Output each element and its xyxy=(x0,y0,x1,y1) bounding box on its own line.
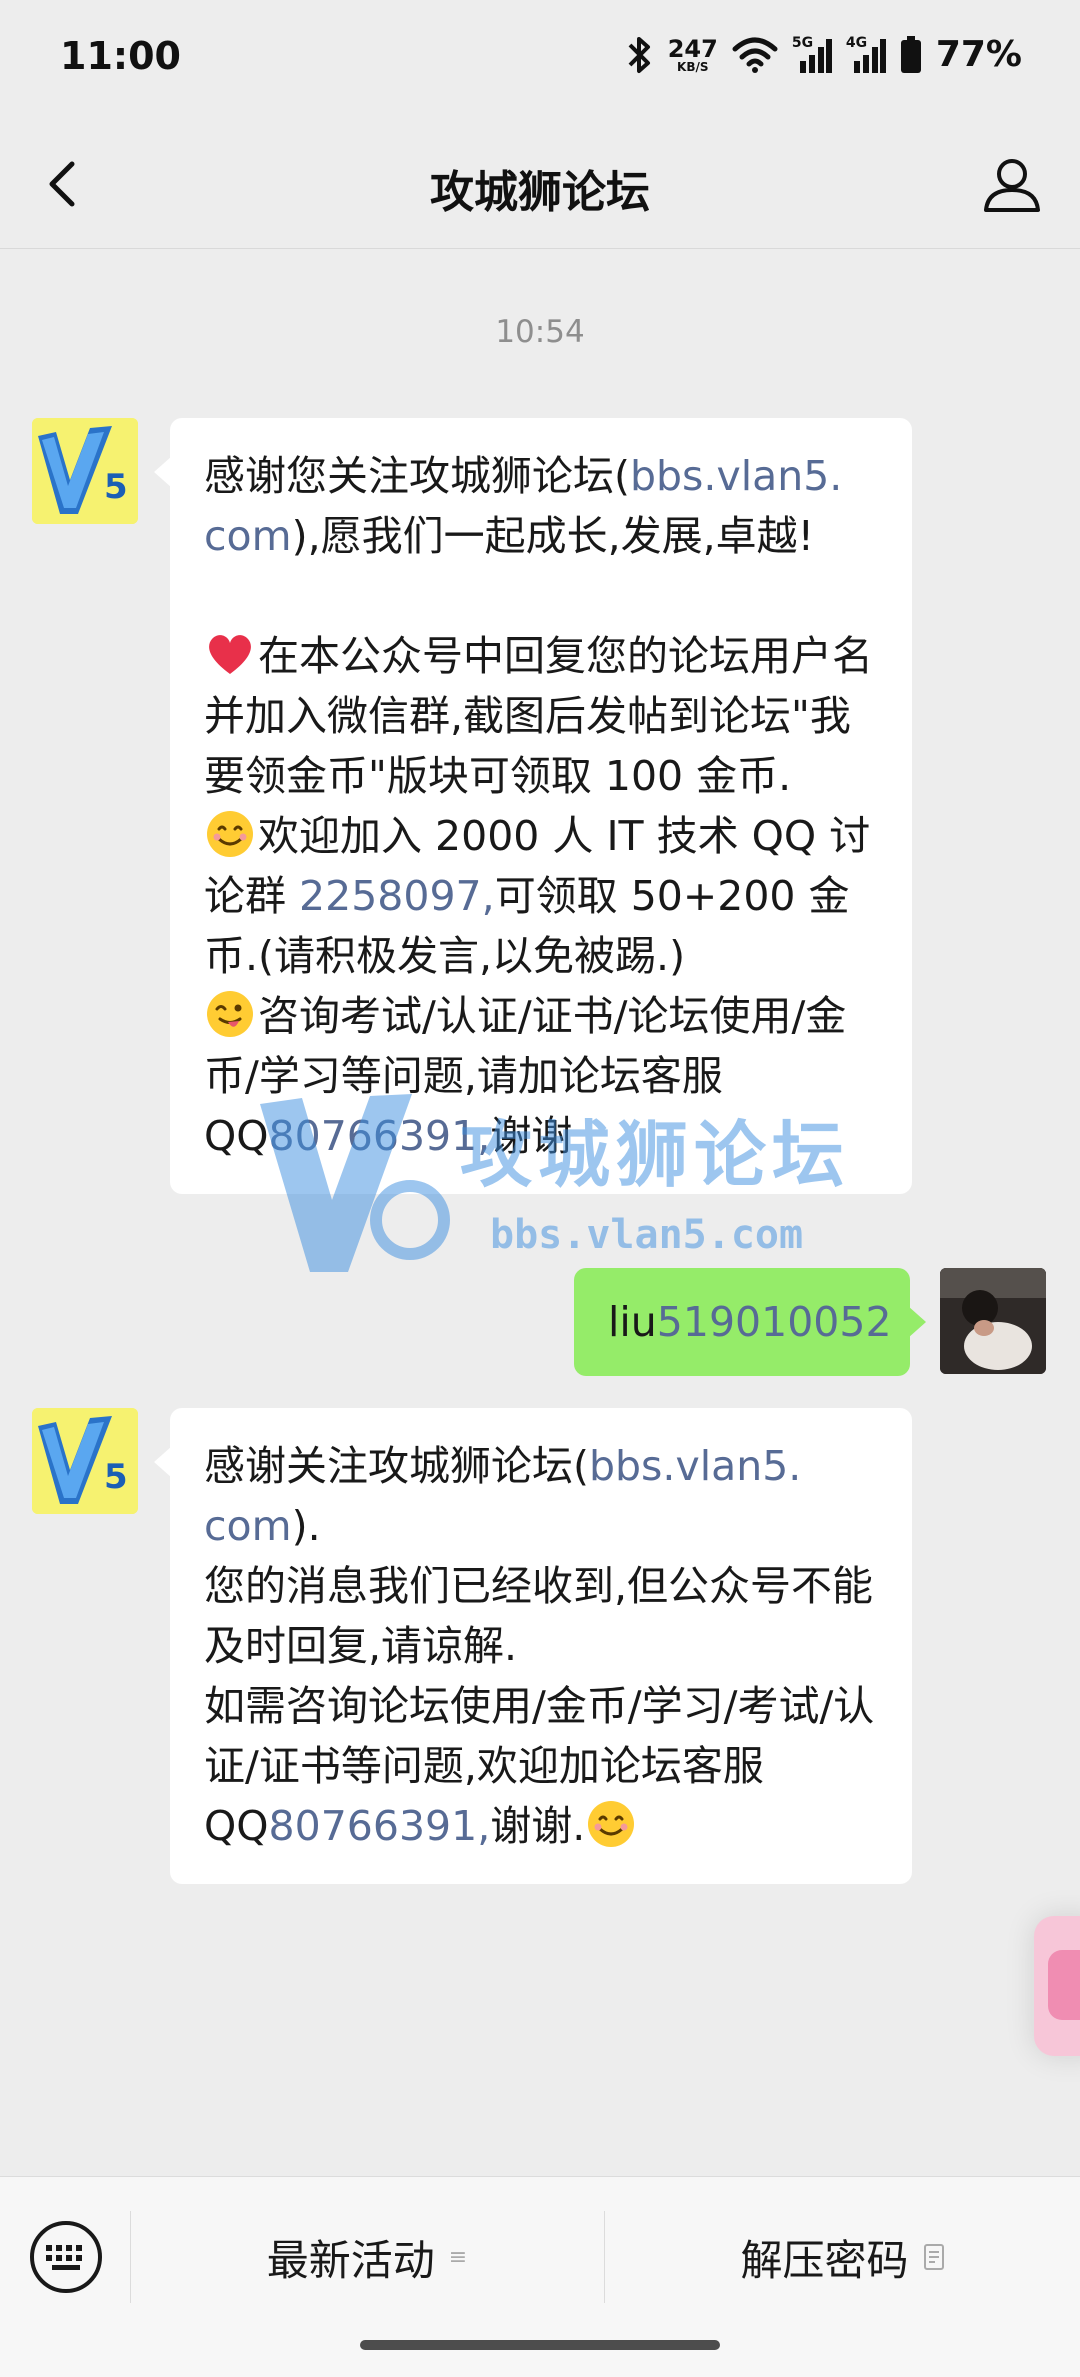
message-paragraph: 在本公众号中回复您的论坛用户名并加入微信群,截图后发帖到论坛"我要领金币"版块可… xyxy=(204,626,878,806)
status-time: 11:00 xyxy=(60,34,181,78)
message-text: ). xyxy=(291,1502,321,1550)
page-title: 攻城狮论坛 xyxy=(430,167,650,218)
battery-icon xyxy=(900,35,921,73)
message-paragraph: 如需咨询论坛使用/金币/学习/考试/认证/证书等问题,欢迎加论坛客服 QQ807… xyxy=(204,1676,878,1856)
link-text[interactable]: 80766391, xyxy=(269,1112,491,1160)
chat-timestamp: 10:54 xyxy=(495,314,585,350)
message-paragraph: 您的消息我们已经收到,但公众号不能及时回复,请谅解. xyxy=(204,1556,878,1676)
battery-percent: 77% xyxy=(935,34,1022,75)
menu-item-unzip-password[interactable]: 解压密码 xyxy=(605,2217,1080,2297)
message-paragraph: 感谢关注攻城狮论坛(bbs.vlan5. com). xyxy=(204,1436,878,1556)
message-bubble-incoming[interactable]: 感谢您关注攻城狮论坛(bbs.vlan5. com),愿我们一起成长,发展,卓越!… xyxy=(154,418,912,1194)
wifi-icon xyxy=(732,37,778,73)
document-icon xyxy=(923,2244,944,2270)
net-speed-unit: KB/S xyxy=(677,59,709,74)
message-text: 您的消息我们已经收到,但公众号不能及时回复,请谅解. xyxy=(204,1562,874,1670)
message-text: 感谢关注攻城狮论坛( xyxy=(204,1442,589,1490)
watermark-url: bbs.vlan5.com xyxy=(490,1212,804,1258)
home-indicator[interactable] xyxy=(360,2340,720,2350)
link-text[interactable]: com xyxy=(204,512,292,560)
message-text: liu xyxy=(608,1298,657,1346)
v5-logo-icon: 5 xyxy=(32,418,138,524)
message-paragraph: 咨询考试/认证/证书/论坛使用/金币/学习等问题,请加论坛客服 QQ807663… xyxy=(204,986,878,1166)
link-text[interactable]: 2258097, xyxy=(299,872,495,920)
menu-lines-icon: ≡ xyxy=(448,2244,468,2270)
link-text[interactable]: bbs.vlan5. xyxy=(589,1442,801,1490)
floating-widget-icon xyxy=(1048,1950,1080,2020)
link-text[interactable]: 519010052 xyxy=(657,1298,892,1346)
signal-4g-icon: 4G xyxy=(846,35,886,75)
message-text: 谢谢 xyxy=(490,1112,573,1160)
avatar[interactable]: 5 xyxy=(32,1408,138,1514)
floating-widget-button[interactable] xyxy=(1034,1916,1080,2056)
v5-logo-icon: 5 xyxy=(32,1408,138,1514)
message-text: 谢谢. xyxy=(490,1802,586,1850)
link-text[interactable]: bbs.vlan5. xyxy=(630,452,842,500)
smiling-face-icon xyxy=(588,1801,635,1847)
user-photo xyxy=(940,1268,1046,1374)
status-bar: 11:00 247 KB/S 5G 4G 77% xyxy=(0,0,1080,120)
svg-text:5: 5 xyxy=(104,1457,128,1497)
status-icons: 247 KB/S 5G 4G 77% xyxy=(624,34,1022,75)
net-speed: 247 KB/S xyxy=(668,37,718,73)
menu-item-label: 解压密码 xyxy=(740,2235,909,2285)
keyboard-icon[interactable] xyxy=(28,2219,104,2295)
avatar[interactable] xyxy=(940,1268,1046,1374)
message-text: 感谢您关注攻城狮论坛( xyxy=(204,452,630,500)
menu-item-latest-activity[interactable]: 最新活动 ≡ xyxy=(131,2217,603,2297)
link-text[interactable]: 80766391, xyxy=(269,1802,491,1850)
smiling-face-icon xyxy=(207,811,253,857)
chat-header: 攻城狮论坛 xyxy=(0,120,1080,249)
message-paragraph: 欢迎加入 2000 人 IT 技术 QQ 讨论群 2258097,可领取 50+… xyxy=(204,806,878,986)
menu-item-label: 最新活动 xyxy=(266,2235,435,2285)
bluetooth-icon xyxy=(628,36,650,73)
message-text: 在本公众号中回复您的论坛用户名并加入微信群,截图后发帖到论坛"我要领金币"版块可… xyxy=(204,632,873,800)
message-bubble-incoming[interactable]: 感谢关注攻城狮论坛(bbs.vlan5. com). 您的消息我们已经收到,但公众… xyxy=(154,1408,912,1884)
message-bubble-outgoing[interactable]: liu519010052 xyxy=(574,1268,926,1376)
net-speed-value: 247 xyxy=(667,34,718,63)
message-text: ),愿我们一起成长,发展,卓越! xyxy=(291,512,815,560)
red-heart-icon xyxy=(209,635,251,674)
message-paragraph: 感谢您关注攻城狮论坛(bbs.vlan5. com),愿我们一起成长,发展,卓越! xyxy=(204,446,878,566)
winking-tongue-face-icon xyxy=(207,991,253,1037)
svg-text:5: 5 xyxy=(104,467,128,507)
user-icon[interactable] xyxy=(980,152,1044,216)
link-text[interactable]: com xyxy=(204,1502,292,1550)
signal-5g-icon: 5G xyxy=(792,35,832,75)
avatar[interactable]: 5 xyxy=(32,418,138,524)
